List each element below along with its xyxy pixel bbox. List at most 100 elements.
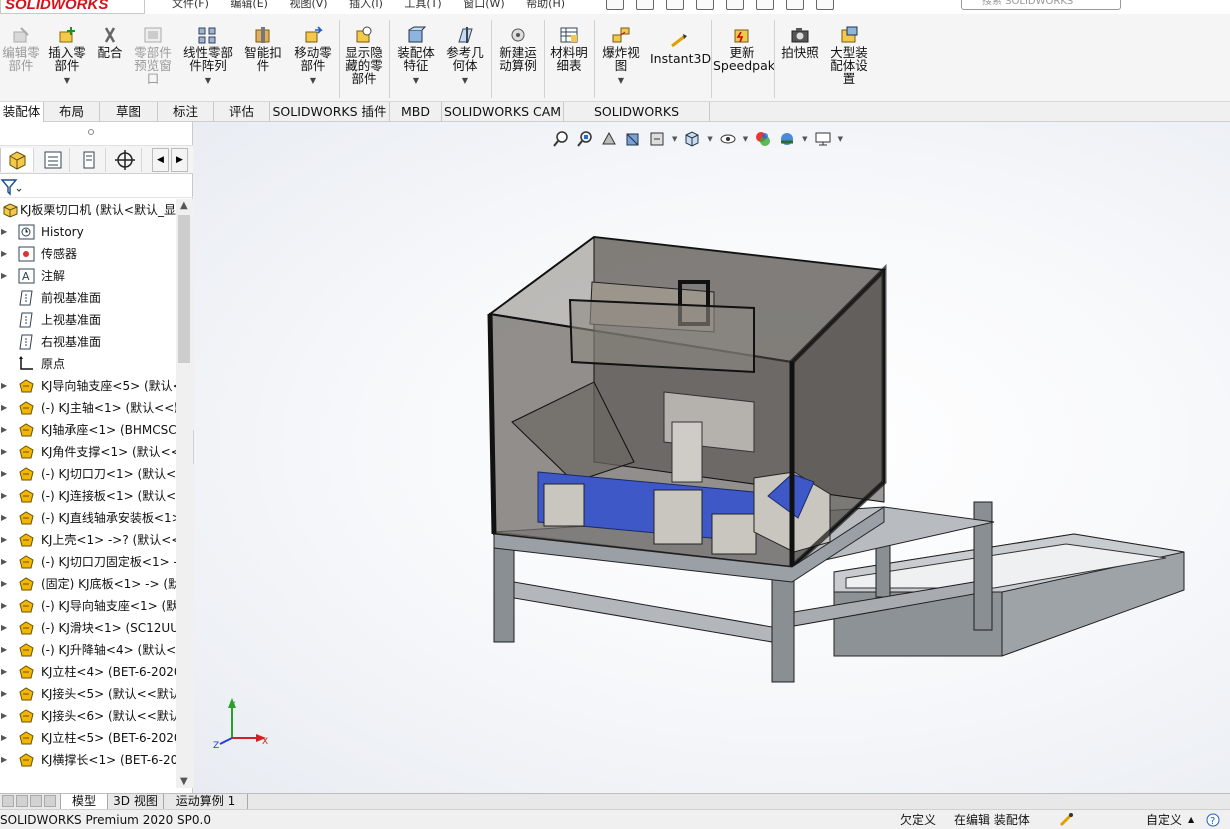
expand-arrow-icon[interactable]: ▶: [1, 639, 7, 661]
save-icon[interactable]: [666, 0, 684, 10]
menu-edit[interactable]: 编辑(E): [230, 0, 268, 10]
menu-window[interactable]: 窗口(W): [463, 0, 504, 10]
scroll-up-icon[interactable]: ▲: [180, 200, 188, 211]
tab-3d-views[interactable]: 3D 视图: [108, 794, 164, 810]
first-tab-icon[interactable]: [2, 795, 14, 807]
move-component-button[interactable]: 移动零 部件 ▼: [290, 26, 336, 87]
chevron-right-icon[interactable]: ▶: [171, 148, 188, 172]
unit-system[interactable]: 自定义: [1146, 810, 1182, 829]
tree-item[interactable]: ▶ (-) KJ升降轴<4> (默认<: [0, 639, 176, 661]
tree-item[interactable]: 上视基准面: [0, 309, 176, 331]
chevron-down-icon[interactable]: ▼: [394, 74, 438, 87]
expand-arrow-icon[interactable]: ▶: [1, 661, 7, 683]
chevron-down-icon[interactable]: ▼: [443, 74, 487, 87]
new-motion-study-button[interactable]: 新建运 动算例: [495, 26, 541, 72]
tree-item[interactable]: ▶ KJ接头<6> (默认<<默认: [0, 705, 176, 727]
show-hidden-components-button[interactable]: 显示隐 藏的零 部件: [342, 26, 386, 85]
menu-insert[interactable]: 插入(I): [349, 0, 383, 10]
tree-item[interactable]: ▶ A 注解: [0, 265, 176, 287]
configuration-manager-tab[interactable]: [72, 148, 106, 172]
tree-item[interactable]: ▶ KJ角件支撑<1> (默认<<: [0, 441, 176, 463]
large-assembly-settings-button[interactable]: 大型装 配体设 置: [826, 26, 872, 85]
chevron-down-icon[interactable]: ▼: [599, 74, 643, 87]
tree-item[interactable]: ▶ KJ轴承座<1> (BHMCSC: [0, 419, 176, 441]
tree-item[interactable]: 右视基准面: [0, 331, 176, 353]
tree-item[interactable]: 原点: [0, 353, 176, 375]
linear-pattern-button[interactable]: 线性零部 件阵列 ▼: [180, 26, 236, 87]
tree-filter[interactable]: [0, 174, 193, 198]
expand-arrow-icon[interactable]: ▶: [1, 727, 7, 749]
tab-inspection[interactable]: SOLIDWORKS Inspection: [564, 102, 710, 138]
tab-mbd[interactable]: MBD: [390, 102, 442, 122]
expand-arrow-icon[interactable]: ▶: [1, 221, 7, 243]
expand-arrow-icon[interactable]: ▶: [1, 683, 7, 705]
scrollbar-thumb[interactable]: [178, 215, 190, 363]
new-doc-icon[interactable]: [606, 0, 624, 10]
assembly-3d-model[interactable]: [194, 122, 1230, 793]
tree-item[interactable]: ▶ (-) KJ连接板<1> (默认<: [0, 485, 176, 507]
expand-arrow-icon[interactable]: ▶: [1, 529, 7, 551]
expand-arrow-icon[interactable]: ▶: [1, 419, 7, 441]
expand-arrow-icon[interactable]: ▶: [1, 705, 7, 727]
tree-item[interactable]: ▶ (-) KJ导向轴支座<1> (默: [0, 595, 176, 617]
expand-arrow-icon[interactable]: ▶: [1, 749, 7, 771]
chevron-up-icon[interactable]: ▲: [1188, 810, 1194, 829]
expand-arrow-icon[interactable]: ▶: [1, 375, 7, 397]
panel-grip[interactable]: [0, 122, 193, 146]
tree-item[interactable]: ▶ (-) KJ切口刀固定板<1> -: [0, 551, 176, 573]
menu-help[interactable]: 帮助(H): [526, 0, 565, 10]
insert-components-button[interactable]: 插入零 部件 ▼: [46, 26, 88, 87]
chevron-down-icon[interactable]: ▼: [290, 74, 336, 87]
property-manager-tab[interactable]: [36, 148, 70, 172]
component-preview-button[interactable]: 零部件 预览窗 口: [130, 26, 176, 85]
tab-layout[interactable]: 布局: [44, 102, 100, 122]
prev-tab-icon[interactable]: [16, 795, 28, 807]
tab-sketch[interactable]: 草图: [100, 102, 158, 122]
tree-scrollbar[interactable]: ▲ ▼: [176, 199, 193, 788]
tree-item[interactable]: ▶ (-) KJ直线轴承安装板<1>: [0, 507, 176, 529]
tab-evaluate[interactable]: 评估: [214, 102, 270, 122]
last-tab-icon[interactable]: [44, 795, 56, 807]
scroll-down-icon[interactable]: ▼: [180, 776, 188, 787]
dimxpert-tab[interactable]: [108, 148, 142, 172]
tab-model[interactable]: 模型: [60, 794, 108, 810]
expand-arrow-icon[interactable]: ▶: [1, 265, 7, 287]
tree-item[interactable]: ▶ (-) KJ主轴<1> (默认<<默: [0, 397, 176, 419]
menu-file[interactable]: 文件(F): [172, 0, 209, 10]
tree-item[interactable]: ▶ KJ横撑长<1> (BET-6-20: [0, 749, 176, 771]
expand-arrow-icon[interactable]: ▶: [1, 485, 7, 507]
expand-arrow-icon[interactable]: ▶: [1, 507, 7, 529]
tree-root-assembly[interactable]: KJ板栗切口机 (默认<默认_显: [0, 199, 176, 221]
print-icon[interactable]: [696, 0, 714, 10]
tree-item[interactable]: ▶ (-) KJ切口刀<1> (默认<默: [0, 463, 176, 485]
tree-item[interactable]: ▶ (固定) KJ底板<1> -> (默: [0, 573, 176, 595]
expand-arrow-icon[interactable]: ▶: [1, 573, 7, 595]
rebuild-icon[interactable]: [786, 0, 804, 10]
graphics-area[interactable]: ▼ ▼ ▼ ▼ ▼ Y X Z: [194, 122, 1230, 793]
tree-item[interactable]: 前视基准面: [0, 287, 176, 309]
instant3d-button[interactable]: Instant3D: [650, 32, 711, 65]
chevron-left-icon[interactable]: ◀: [152, 148, 169, 172]
assembly-features-button[interactable]: 装配体 特征 ▼: [394, 26, 438, 87]
chevron-down-icon[interactable]: ▼: [46, 74, 88, 87]
tab-assembly[interactable]: 装配体: [0, 102, 44, 122]
chevron-down-icon[interactable]: ▼: [180, 74, 236, 87]
reference-geometry-button[interactable]: 参考几 何体 ▼: [443, 26, 487, 87]
select-icon[interactable]: [756, 0, 774, 10]
bill-of-materials-button[interactable]: 材料明 细表: [547, 26, 591, 72]
undo-icon[interactable]: [726, 0, 744, 10]
tree-item[interactable]: ▶ KJ立柱<5> (BET-6-2020: [0, 727, 176, 749]
expand-arrow-icon[interactable]: ▶: [1, 463, 7, 485]
tree-item[interactable]: ▶ History: [0, 221, 176, 243]
tab-add-ins[interactable]: SOLIDWORKS 插件: [270, 102, 390, 122]
next-tab-icon[interactable]: [30, 795, 42, 807]
search-input[interactable]: 搜索 SOLIDWORKS: [961, 0, 1121, 10]
expand-arrow-icon[interactable]: ▶: [1, 441, 7, 463]
tree-item[interactable]: ▶ KJ导向轴支座<5> (默认<: [0, 375, 176, 397]
tree-item[interactable]: ▶ KJ立柱<4> (BET-6-2020: [0, 661, 176, 683]
update-speedpak-button[interactable]: 更新 Speedpak: [713, 26, 775, 72]
solidworks-logo[interactable]: SOLIDWORKS: [0, 0, 145, 14]
tab-motion-study[interactable]: 运动算例 1: [164, 794, 248, 810]
machine-enclosure[interactable]: [487, 235, 887, 583]
mate-button[interactable]: 配合: [94, 26, 126, 59]
